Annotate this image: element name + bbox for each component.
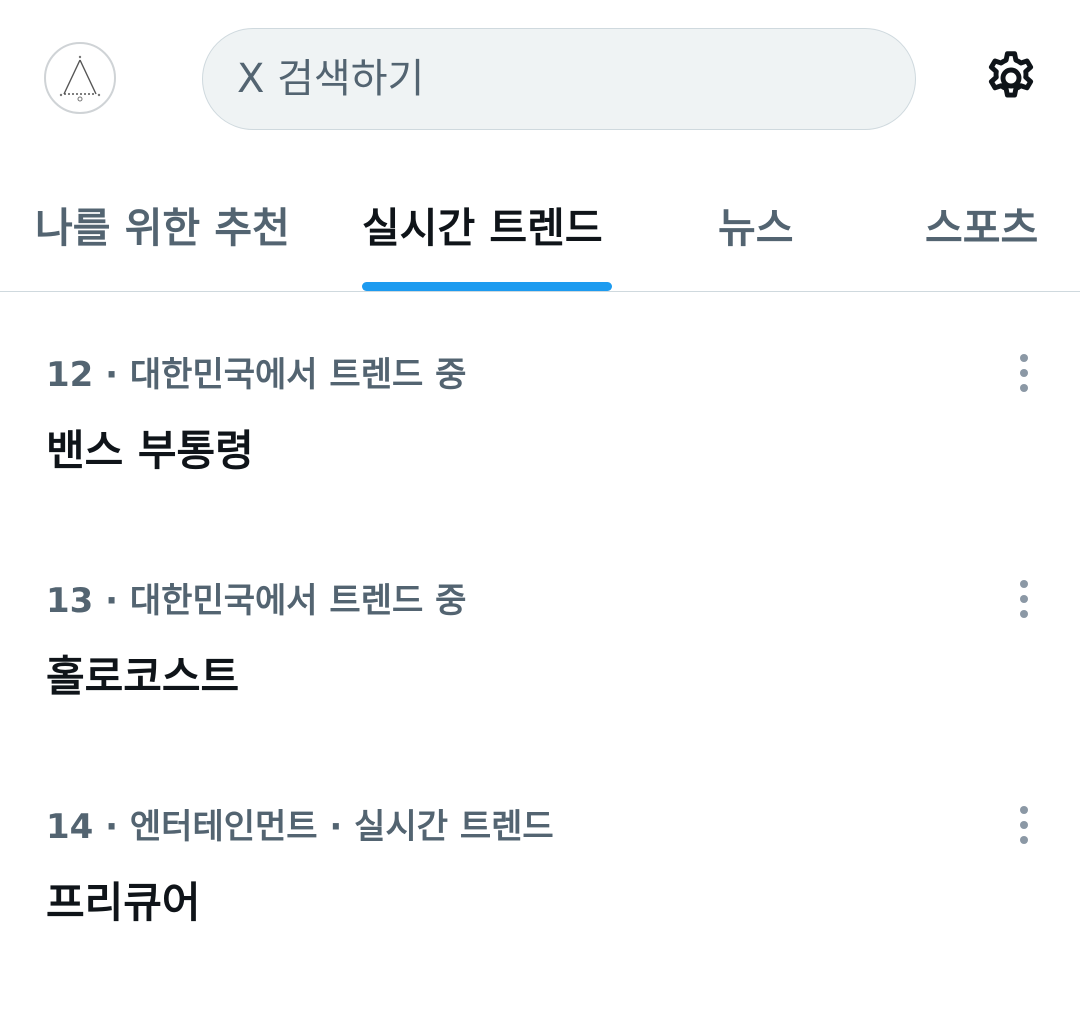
trend-item[interactable]: 13 · 대한민국에서 트렌드 중 홀로코스트 (0, 578, 1080, 804)
trend-meta: 13 · 대한민국에서 트렌드 중 (46, 581, 467, 621)
more-options-button[interactable] (1004, 798, 1044, 852)
tab-news[interactable]: 뉴스 (718, 200, 793, 256)
more-vertical-icon (1020, 354, 1028, 392)
search-input[interactable] (237, 56, 877, 102)
tab-for-you[interactable]: 나를 위한 추천 (35, 200, 290, 256)
top-bar (0, 0, 1080, 160)
more-options-button[interactable] (1004, 346, 1044, 400)
trend-title: 밴스 부통령 (46, 426, 254, 475)
trend-title: 홀로코스트 (46, 652, 240, 701)
triangle-logo-icon (59, 55, 101, 102)
explore-tabs: 나를 위한 추천 실시간 트렌드 뉴스 스포츠 (0, 160, 1080, 292)
trend-title: 프리큐어 (46, 878, 201, 927)
more-vertical-icon (1020, 580, 1028, 618)
trend-meta: 14 · 엔터테인먼트 · 실시간 트렌드 (46, 807, 554, 847)
active-tab-indicator (362, 282, 612, 291)
profile-avatar[interactable] (44, 42, 116, 114)
trend-meta: 12 · 대한민국에서 트렌드 중 (46, 355, 467, 395)
trend-item[interactable]: 12 · 대한민국에서 트렌드 중 밴스 부통령 (0, 352, 1080, 578)
trend-item[interactable]: 14 · 엔터테인먼트 · 실시간 트렌드 프리큐어 (0, 804, 1080, 1030)
search-box[interactable] (202, 28, 916, 130)
more-vertical-icon (1020, 806, 1028, 844)
more-options-button[interactable] (1004, 572, 1044, 626)
gear-icon (988, 51, 1034, 98)
tab-trending[interactable]: 실시간 트렌드 (362, 200, 603, 256)
tab-sports[interactable]: 스포츠 (925, 200, 1038, 256)
settings-button[interactable] (978, 45, 1044, 111)
